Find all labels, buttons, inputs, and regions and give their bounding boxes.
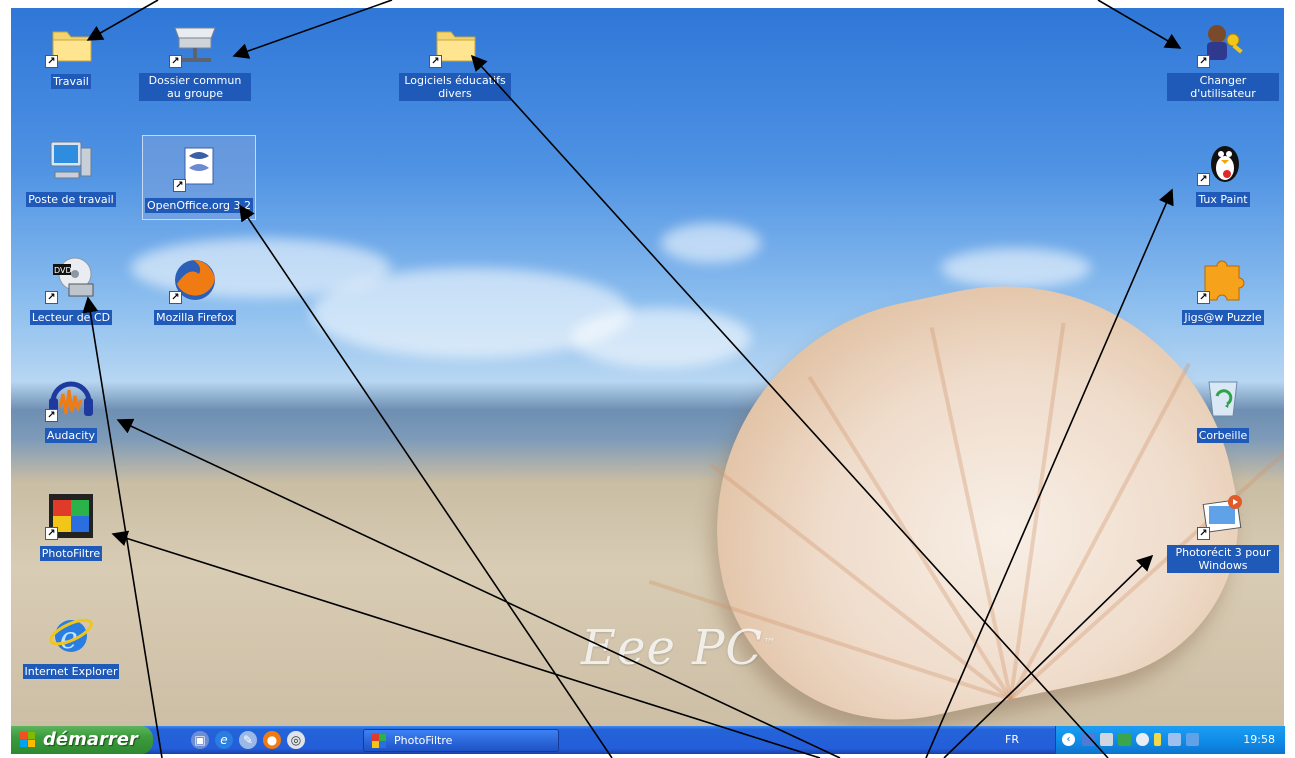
annotation-arrow	[232, 0, 393, 59]
annotation-arrow	[470, 54, 1109, 758]
annotation-arrow	[1097, 0, 1182, 49]
annotation-arrow	[116, 418, 841, 758]
annotation-arrow	[943, 554, 1154, 758]
annotation-arrow	[86, 0, 159, 41]
annotation-arrows-overlay	[82, 0, 1182, 758]
annotation-arrow	[82, 296, 163, 758]
annotation-arrow	[925, 188, 1174, 758]
annotation-arrow	[111, 530, 821, 758]
